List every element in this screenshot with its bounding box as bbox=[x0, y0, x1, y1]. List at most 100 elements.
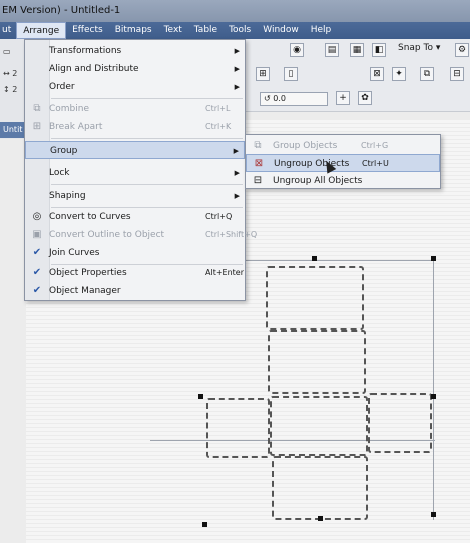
menu-item-label: Order bbox=[49, 82, 75, 92]
menu-text[interactable]: Text bbox=[158, 22, 188, 39]
dashed-rectangle[interactable] bbox=[368, 393, 432, 453]
group-objects-icon: ⧉ bbox=[254, 140, 262, 151]
menu-item-group[interactable]: Group ▶ bbox=[25, 141, 245, 159]
checkmark-icon: ✔ bbox=[32, 285, 42, 296]
menu-item-label: Ungroup Objects bbox=[274, 159, 350, 169]
break-apart-icon: ⊞ bbox=[32, 121, 42, 132]
menu-item-ungroup-all[interactable]: ⊟ Ungroup All Objects bbox=[246, 172, 440, 190]
selection-handle[interactable] bbox=[202, 522, 207, 527]
menu-item-shaping[interactable]: Shaping ▶ bbox=[25, 187, 245, 205]
arrange-menu: Transformations ▶ Align and Distribute ▶… bbox=[24, 39, 257, 301]
dashed-rectangle[interactable] bbox=[206, 398, 270, 458]
menu-item-transformations[interactable]: Transformations ▶ bbox=[25, 42, 245, 60]
submenu-arrow-icon: ▶ bbox=[234, 169, 240, 177]
menu-item-label: Convert to Curves bbox=[49, 212, 131, 222]
convert-outline-icon: ▣ bbox=[32, 229, 42, 240]
group-submenu: ⧉ Group Objects Ctrl+G ⊠ Ungroup Objects… bbox=[245, 134, 441, 189]
menu-arrange[interactable]: Arrange bbox=[16, 22, 67, 39]
menu-item-join-curves[interactable]: ✔ Join Curves bbox=[25, 244, 245, 262]
new-document-icon[interactable]: ▭ bbox=[3, 47, 23, 56]
lock-icon[interactable]: ▯ bbox=[284, 67, 298, 81]
checkmark-icon: ✔ bbox=[32, 267, 42, 278]
flip-icon[interactable]: ⊟ bbox=[450, 67, 464, 81]
snap-to-label: Snap To bbox=[398, 43, 433, 53]
convert-to-curves-icon: ◎ bbox=[32, 211, 42, 222]
menu-item-object-properties[interactable]: ✔ Object Properties Alt+Enter bbox=[25, 264, 245, 282]
menu-item-shortcut: Alt+Enter bbox=[205, 268, 245, 277]
import-icon[interactable]: ◉ bbox=[290, 43, 304, 57]
window-title: EM Version) - Untitled-1 bbox=[2, 5, 121, 16]
selection-handle[interactable] bbox=[431, 394, 436, 399]
menu-separator bbox=[51, 184, 243, 185]
menu-effects[interactable]: Effects bbox=[66, 22, 109, 39]
ungroup-all-icon: ⊟ bbox=[253, 175, 263, 186]
menu-item-label: Object Properties bbox=[49, 268, 127, 278]
wireframe-icon[interactable]: ✿ bbox=[358, 91, 372, 105]
options-icon[interactable]: ⚙ bbox=[455, 43, 469, 57]
y-value: 2 bbox=[12, 85, 18, 94]
wrap-icon[interactable]: ⊠ bbox=[370, 67, 384, 81]
menu-bar: ut Arrange Effects Bitmaps Text Table To… bbox=[0, 22, 470, 39]
menu-separator bbox=[51, 138, 243, 139]
selection-handle[interactable] bbox=[431, 512, 436, 517]
snap-to-dropdown[interactable]: Snap To ▾ bbox=[398, 43, 440, 53]
submenu-arrow-icon: ▶ bbox=[233, 147, 239, 155]
selection-handle[interactable] bbox=[312, 256, 317, 261]
menu-item-align-distribute[interactable]: Align and Distribute ▶ bbox=[25, 60, 245, 78]
add-icon[interactable]: + bbox=[336, 91, 350, 105]
menu-item-shortcut: Ctrl+Q bbox=[205, 212, 233, 221]
menu-item-label: Group bbox=[50, 146, 78, 156]
y-position-field[interactable]: ↕ 2 bbox=[3, 85, 23, 94]
menu-help[interactable]: Help bbox=[305, 22, 338, 39]
page-icon[interactable]: ▤ bbox=[325, 43, 339, 57]
menu-item-label: Ungroup All Objects bbox=[273, 176, 363, 186]
submenu-arrow-icon: ▶ bbox=[234, 83, 240, 91]
menu-item-label: Group Objects bbox=[273, 141, 338, 151]
rotation-input[interactable]: ↺ 0.0 bbox=[260, 92, 328, 106]
menu-item-order[interactable]: Order ▶ bbox=[25, 78, 245, 96]
zoom-icon[interactable]: ◧ bbox=[372, 43, 386, 57]
menu-item-label: Lock bbox=[49, 168, 70, 178]
dashed-rectangle[interactable] bbox=[268, 330, 366, 394]
menu-item-label: Convert Outline to Object bbox=[49, 230, 165, 240]
submenu-arrow-icon: ▶ bbox=[234, 65, 240, 73]
menu-item-ungroup-objects[interactable]: ⊠ Ungroup Objects Ctrl+U bbox=[246, 154, 440, 172]
dashed-rectangle[interactable] bbox=[266, 266, 364, 330]
menu-item-label: Combine bbox=[49, 104, 90, 114]
x-position-field[interactable]: ↔ 2 bbox=[3, 69, 23, 78]
select-icon[interactable]: ▦ bbox=[350, 43, 364, 57]
menu-layout[interactable]: ut bbox=[0, 22, 16, 39]
submenu-arrow-icon: ▶ bbox=[234, 47, 240, 55]
menu-item-group-objects[interactable]: ⧉ Group Objects Ctrl+G bbox=[246, 137, 440, 155]
menu-item-label: Join Curves bbox=[49, 248, 100, 258]
menu-item-convert-outline[interactable]: ▣ Convert Outline to Object Ctrl+Shift+Q bbox=[25, 226, 257, 244]
arrange-icon[interactable]: ⧉ bbox=[420, 67, 434, 81]
menu-item-shortcut: Ctrl+U bbox=[362, 159, 389, 168]
menu-item-convert-to-curves[interactable]: ◎ Convert to Curves Ctrl+Q bbox=[25, 208, 245, 226]
transform-icon[interactable]: ✦ bbox=[392, 67, 406, 81]
menu-bitmaps[interactable]: Bitmaps bbox=[109, 22, 158, 39]
menu-item-label: Transformations bbox=[49, 46, 122, 56]
menu-table[interactable]: Table bbox=[188, 22, 223, 39]
rotation-value: 0.0 bbox=[273, 94, 286, 103]
menu-item-break-apart[interactable]: ⊞ Break Apart Ctrl+K bbox=[25, 118, 245, 136]
menu-item-object-manager[interactable]: ✔ Object Manager bbox=[25, 282, 245, 300]
dashed-rectangle[interactable] bbox=[272, 456, 368, 520]
menu-item-label: Align and Distribute bbox=[49, 64, 139, 74]
menu-item-combine[interactable]: ⧉ Combine Ctrl+L bbox=[25, 100, 245, 118]
menu-tools[interactable]: Tools bbox=[223, 22, 257, 39]
checkmark-icon: ✔ bbox=[32, 247, 42, 258]
selection-handle[interactable] bbox=[431, 256, 436, 261]
menu-item-label: Break Apart bbox=[49, 122, 103, 132]
selection-handle[interactable] bbox=[198, 394, 203, 399]
menu-item-label: Shaping bbox=[49, 191, 86, 201]
menu-item-lock[interactable]: Lock ▶ bbox=[25, 164, 245, 182]
submenu-arrow-icon: ▶ bbox=[234, 192, 240, 200]
align-icon[interactable]: ⊞ bbox=[256, 67, 270, 81]
dashed-rectangle[interactable] bbox=[270, 396, 368, 456]
page-border-right bbox=[433, 260, 434, 520]
menu-separator bbox=[51, 98, 243, 99]
menu-window[interactable]: Window bbox=[257, 22, 305, 39]
selection-handle[interactable] bbox=[318, 516, 323, 521]
combine-icon: ⧉ bbox=[33, 103, 41, 114]
